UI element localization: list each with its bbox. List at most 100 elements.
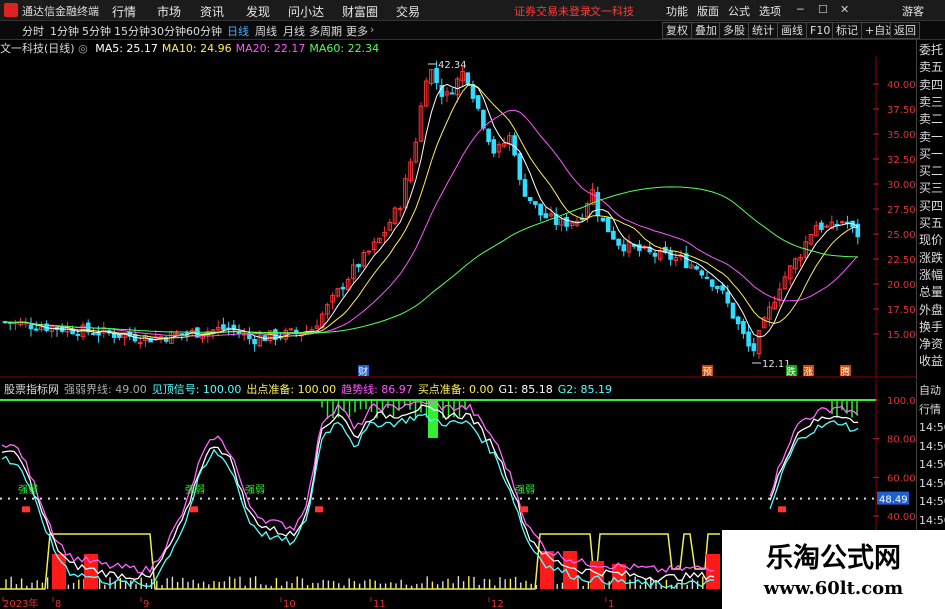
watermark-url: www.60lt.com xyxy=(763,578,904,599)
event-marker-label: 涨 xyxy=(804,367,814,378)
date-axis: 2023年 8 9 10 11 12 1 xyxy=(2,597,614,609)
indicator-header: 股票指标网 强弱界线: 49.00 见顶信号: 100.00 出点准备: 100.00… xyxy=(4,381,617,397)
period-7[interactable]: 周线 xyxy=(255,23,277,39)
toolbar-button[interactable]: 统计 xyxy=(748,22,778,39)
candlesticks xyxy=(2,60,861,359)
close-icon[interactable]: ✕ xyxy=(840,3,849,16)
current-stock-link[interactable]: 文一科技 xyxy=(590,3,634,19)
candle-body xyxy=(704,276,710,279)
candle-body xyxy=(527,197,533,202)
indicator-level-label: 48.49 xyxy=(879,495,908,506)
candle-body xyxy=(470,84,476,99)
period-9[interactable]: 多周期 xyxy=(309,23,342,39)
strength-signal-label: 强弱 xyxy=(185,484,205,496)
side-quote-item[interactable]: 买五 xyxy=(919,215,945,231)
period-10[interactable]: 更多 xyxy=(346,23,368,39)
menu-item[interactable]: 资讯 xyxy=(200,3,224,20)
price-tick-label: 27.50 xyxy=(887,205,916,216)
menu-layout[interactable]: 版面 xyxy=(697,3,719,19)
candle-body xyxy=(819,222,824,230)
candle-body xyxy=(699,270,705,276)
period-8[interactable]: 月线 xyxy=(283,23,305,39)
side-quote-item[interactable]: 外盘 xyxy=(919,302,945,318)
menu-options[interactable]: 选项 xyxy=(759,3,781,19)
candle-body xyxy=(137,342,143,345)
side-quote-item[interactable]: 买三 xyxy=(919,180,945,196)
event-marker-label: 跌 xyxy=(787,366,797,378)
side-quote-item[interactable]: 委托 xyxy=(919,42,945,58)
period-0[interactable]: 分时 xyxy=(22,23,44,39)
side-quote-item[interactable]: 买四 xyxy=(919,198,945,214)
side-quote-item[interactable]: 收益 xyxy=(919,353,945,369)
menu-function[interactable]: 功能 xyxy=(666,3,688,19)
candle-body xyxy=(117,334,122,338)
guest-button[interactable]: 游客 xyxy=(902,3,924,19)
side-tick-item: 14:50 xyxy=(919,421,945,434)
menu-item[interactable]: 市场 xyxy=(157,3,181,20)
indicator-tick-label: 80.00 xyxy=(887,435,916,446)
period-1[interactable]: 1分钟 xyxy=(50,23,79,39)
toolbar-button[interactable]: 多股 xyxy=(719,22,749,39)
candle-body xyxy=(730,302,736,319)
menu-item[interactable]: 发现 xyxy=(246,3,270,20)
minimize-icon[interactable]: ─ xyxy=(797,3,804,16)
trend-line xyxy=(1,401,715,574)
toolbar-button[interactable]: 复权 xyxy=(662,22,692,39)
indicator-value: 出点准备: 100.00 xyxy=(246,383,337,396)
more-arrow-icon[interactable]: › xyxy=(370,23,374,36)
period-6[interactable]: 日线 xyxy=(227,23,249,39)
candle-body xyxy=(486,128,491,143)
side-quote-item[interactable]: 总量 xyxy=(919,284,945,300)
side-quote-item[interactable]: 卖四 xyxy=(919,77,945,93)
side-tick-item[interactable]: 行情 xyxy=(919,402,945,418)
price-tick-label: 25.00 xyxy=(887,230,916,241)
side-quote-item[interactable]: 卖一 xyxy=(919,129,945,145)
period-5[interactable]: 60分钟 xyxy=(186,23,222,39)
toolbar-button[interactable]: F10 xyxy=(806,22,835,39)
candle-body xyxy=(91,332,96,336)
side-quote-item[interactable]: 卖二 xyxy=(919,111,945,127)
indicator-name[interactable]: 股票指标网 xyxy=(4,383,59,396)
side-quote-item[interactable]: 买一 xyxy=(919,146,945,162)
candle-body xyxy=(356,263,361,268)
toolbar-button[interactable]: 画线 xyxy=(777,22,807,39)
toolbar-button[interactable]: 标记 xyxy=(832,22,862,39)
indicator-value: 强弱界线: 49.00 xyxy=(64,383,147,396)
side-quote-item[interactable]: 涨幅 xyxy=(919,267,945,283)
menu-item[interactable]: 行情 xyxy=(112,3,136,20)
side-tick-item[interactable]: 自动 xyxy=(919,383,945,399)
candle-body xyxy=(621,244,627,252)
strength-signal-label: 强弱 xyxy=(245,484,265,496)
price-tick-label: 20.00 xyxy=(887,280,916,291)
side-quote-item[interactable]: 卖三 xyxy=(919,94,945,110)
side-quote-item[interactable]: 涨跌 xyxy=(919,250,945,266)
period-3[interactable]: 15分钟 xyxy=(114,23,150,39)
side-quote-item[interactable]: 卖五 xyxy=(919,59,945,75)
period-2[interactable]: 5分钟 xyxy=(82,23,111,39)
price-chart[interactable]: 40.00 37.50 35.00 32.50 30.00 27.50 25.00 22.50… xyxy=(0,40,916,378)
side-quote-item[interactable]: 买二 xyxy=(919,163,945,179)
toolbar-button[interactable]: 叠加 xyxy=(691,22,721,39)
menu-formula[interactable]: 公式 xyxy=(728,3,750,19)
maximize-icon[interactable]: ☐ xyxy=(818,3,828,16)
watermark-title: 乐淘公式网 xyxy=(766,543,901,574)
candle-body xyxy=(517,153,523,180)
candle-body xyxy=(252,338,257,345)
side-quote-item[interactable]: 现价 xyxy=(919,232,945,248)
date-tick-label: 10 xyxy=(283,599,296,609)
date-tick-label: 8 xyxy=(55,599,61,609)
candle-body xyxy=(564,216,569,227)
candle-body xyxy=(491,139,497,154)
price-tick-label: 15.00 xyxy=(887,330,916,341)
menu-item[interactable]: 财富圈 xyxy=(342,3,378,20)
candle-body xyxy=(735,316,741,325)
side-quote-item[interactable]: 净资 xyxy=(919,336,945,352)
login-status-link[interactable]: 证券交易未登录 xyxy=(514,3,591,19)
candle-body xyxy=(247,333,252,340)
menu-item[interactable]: 交易 xyxy=(396,3,420,20)
period-4[interactable]: 30分钟 xyxy=(150,23,186,39)
side-quote-item[interactable]: 换手 xyxy=(919,319,945,335)
candle-body xyxy=(33,328,39,331)
toolbar-button[interactable]: 返回 xyxy=(890,22,920,39)
menu-item[interactable]: 问小达 xyxy=(288,3,324,20)
